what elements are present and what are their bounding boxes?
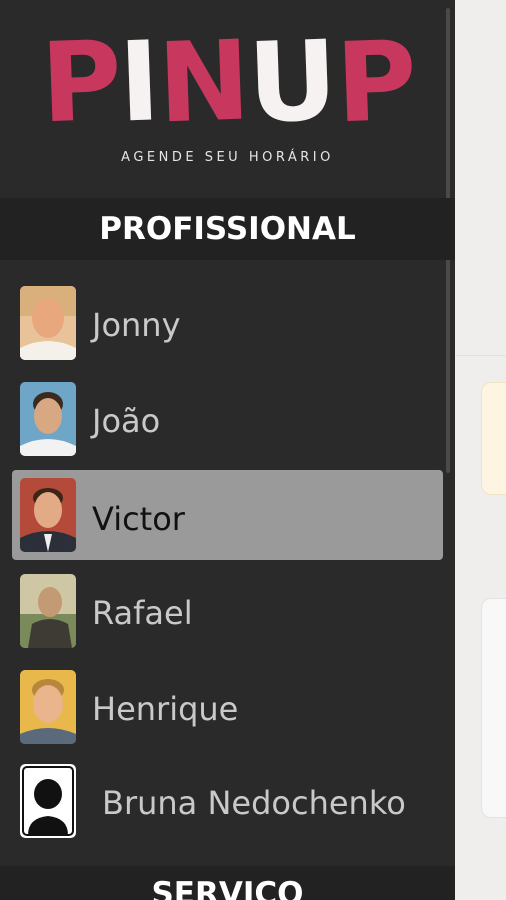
logo-wordmark: PINUP: [38, 16, 417, 148]
professional-item-joao[interactable]: João: [12, 380, 443, 470]
avatar-joao: [20, 382, 76, 456]
professional-item-henrique[interactable]: Henrique: [12, 668, 443, 758]
brand-logo: PINUP AGENDE SEU HORÁRIO: [0, 16, 455, 172]
professional-item-bruna[interactable]: Bruna Nedochenko: [12, 762, 443, 852]
content-card[interactable]: [481, 598, 506, 818]
side-drawer: PINUP AGENDE SEU HORÁRIO PROFISSIONAL Jo…: [0, 0, 455, 900]
professional-name: Jonny: [92, 306, 181, 344]
main-content-pane: [455, 0, 506, 900]
professional-item-rafael[interactable]: Rafael: [12, 572, 443, 662]
professional-name: Victor: [92, 500, 185, 538]
section-title-service: SERVIÇO: [0, 866, 455, 900]
avatar-rafael: [20, 574, 76, 648]
brand-tagline: AGENDE SEU HORÁRIO: [121, 150, 334, 165]
content-divider: [455, 355, 506, 356]
avatar-victor: [20, 478, 76, 552]
professional-item-victor[interactable]: Victor: [12, 470, 443, 560]
content-card-highlight[interactable]: [481, 382, 506, 495]
professional-name: Rafael: [92, 594, 193, 632]
professional-item-jonny[interactable]: Jonny: [12, 284, 443, 374]
section-title-professional: PROFISSIONAL: [0, 198, 455, 260]
placeholder-person-icon: [20, 764, 76, 838]
professional-name: Henrique: [92, 690, 239, 728]
professional-name: João: [92, 402, 161, 440]
avatar-jonny: [20, 286, 76, 360]
professional-name: Bruna Nedochenko: [102, 784, 406, 822]
avatar-henrique: [20, 670, 76, 744]
